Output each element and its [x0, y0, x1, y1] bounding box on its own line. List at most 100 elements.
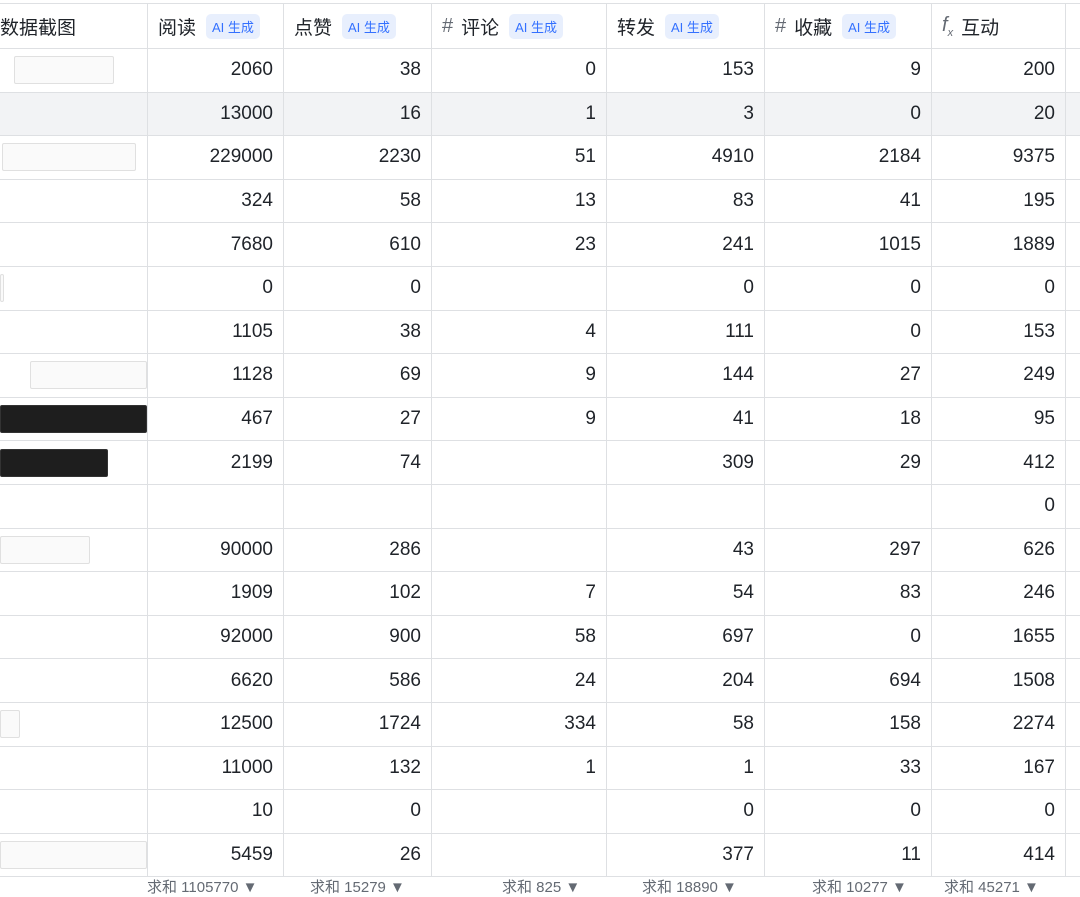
cell-interact[interactable]: 0 [932, 484, 1066, 528]
cell-interact[interactable]: 626 [932, 528, 1066, 572]
cell-share[interactable]: 0 [607, 790, 765, 833]
table-row[interactable]: 13000 16 1 3 0 20 [0, 92, 1080, 137]
table-row[interactable]: 90000 286 43 297 626 [0, 528, 1080, 573]
cell-comment[interactable]: 24 [432, 659, 607, 702]
cell-like[interactable]: 2230 [284, 136, 432, 179]
cell-comment[interactable]: 9 [432, 397, 607, 441]
cell-share[interactable]: 153 [607, 49, 765, 92]
table-row[interactable]: 6620 586 24 204 694 1508 [0, 659, 1080, 703]
cell-comment[interactable] [432, 484, 607, 528]
cell-interact[interactable]: 2274 [932, 702, 1066, 746]
cell-comment[interactable]: 51 [432, 136, 607, 179]
cell-interact[interactable]: 0 [932, 266, 1066, 310]
cell-share[interactable]: 309 [607, 441, 765, 484]
cell-share[interactable]: 54 [607, 572, 765, 615]
cell-read[interactable]: 1128 [148, 354, 284, 397]
cell-like[interactable]: 132 [284, 746, 432, 790]
screenshot-cell[interactable] [0, 223, 148, 266]
cell-fav[interactable]: 18 [765, 397, 932, 441]
cell-share[interactable]: 697 [607, 615, 765, 659]
table-row[interactable]: 1128 69 9 144 27 249 [0, 354, 1080, 398]
col-header-like[interactable]: 点赞 AI 生成 [284, 4, 432, 48]
cell-read[interactable]: 0 [148, 266, 284, 310]
cell-read[interactable]: 92000 [148, 615, 284, 659]
cell-read[interactable]: 7680 [148, 223, 284, 266]
cell-fav[interactable]: 2184 [765, 136, 932, 179]
screenshot-thumbnail[interactable] [0, 405, 147, 434]
table-row[interactable]: 1105 38 4 111 0 153 [0, 310, 1080, 355]
cell-fav[interactable]: 9 [765, 49, 932, 92]
table-row[interactable]: 11000 132 1 1 33 167 [0, 746, 1080, 791]
cell-comment[interactable] [432, 790, 607, 833]
cell-read[interactable]: 2199 [148, 441, 284, 484]
cell-like[interactable]: 69 [284, 354, 432, 397]
cell-like[interactable]: 58 [284, 179, 432, 223]
screenshot-cell[interactable] [0, 528, 148, 572]
cell-fav[interactable]: 27 [765, 354, 932, 397]
cell-comment[interactable]: 13 [432, 179, 607, 223]
cell-like[interactable]: 102 [284, 572, 432, 615]
col-header-comment[interactable]: # 评论 AI 生成 [432, 4, 607, 48]
screenshot-cell[interactable] [0, 790, 148, 833]
table-row[interactable]: 1909 102 7 54 83 246 [0, 572, 1080, 616]
cell-read[interactable]: 2060 [148, 49, 284, 92]
cell-comment[interactable]: 58 [432, 615, 607, 659]
cell-next[interactable] [1066, 529, 1080, 572]
cell-interact[interactable]: 20 [932, 92, 1066, 136]
table-row[interactable]: 12500 1724 334 58 158 2274 [0, 702, 1080, 747]
cell-fav[interactable]: 29 [765, 441, 932, 484]
cell-share[interactable]: 58 [607, 702, 765, 746]
table-row[interactable]: 2199 74 309 29 412 [0, 441, 1080, 485]
screenshot-cell[interactable] [0, 92, 148, 136]
screenshot-thumbnail[interactable] [0, 535, 90, 564]
cell-comment[interactable]: 9 [432, 354, 607, 397]
screenshot-thumbnail[interactable] [30, 361, 147, 390]
cell-share[interactable]: 241 [607, 223, 765, 266]
cell-interact[interactable]: 246 [932, 572, 1066, 615]
cell-next[interactable] [1066, 485, 1080, 528]
cell-interact[interactable]: 195 [932, 179, 1066, 223]
screenshot-cell[interactable] [0, 572, 148, 615]
cell-like[interactable]: 1724 [284, 702, 432, 746]
sum-comment[interactable]: 求和 825 ▼ [502, 876, 580, 897]
table-row[interactable]: 467 27 9 41 18 95 [0, 397, 1080, 442]
screenshot-cell[interactable] [0, 397, 148, 441]
screenshot-thumbnail[interactable] [0, 710, 20, 739]
cell-read[interactable]: 11000 [148, 746, 284, 790]
cell-read[interactable]: 13000 [148, 92, 284, 136]
cell-read[interactable] [148, 484, 284, 528]
screenshot-cell[interactable] [0, 702, 148, 746]
cell-interact[interactable]: 200 [932, 49, 1066, 92]
cell-interact[interactable]: 1508 [932, 659, 1066, 702]
cell-share[interactable]: 111 [607, 310, 765, 354]
screenshot-thumbnail[interactable] [0, 840, 147, 869]
cell-fav[interactable]: 0 [765, 310, 932, 354]
cell-like[interactable]: 586 [284, 659, 432, 702]
cell-like[interactable]: 286 [284, 528, 432, 572]
cell-interact[interactable]: 412 [932, 441, 1066, 484]
cell-read[interactable]: 6620 [148, 659, 284, 702]
table-row[interactable]: 00000 [0, 266, 1080, 311]
cell-like[interactable]: 38 [284, 310, 432, 354]
cell-read[interactable]: 229000 [148, 136, 284, 179]
cell-read[interactable]: 467 [148, 397, 284, 441]
cell-comment[interactable]: 7 [432, 572, 607, 615]
cell-like[interactable]: 610 [284, 223, 432, 266]
cell-interact[interactable]: 0 [932, 790, 1066, 833]
screenshot-cell[interactable] [0, 746, 148, 790]
sum-fav[interactable]: 求和 10277 ▼ [812, 876, 907, 897]
cell-next[interactable] [1066, 703, 1080, 746]
cell-read[interactable]: 90000 [148, 528, 284, 572]
screenshot-thumbnail[interactable] [0, 448, 108, 477]
screenshot-thumbnail[interactable] [14, 56, 114, 85]
cell-next[interactable] [1066, 223, 1080, 266]
cell-next[interactable] [1066, 572, 1080, 615]
cell-like[interactable]: 27 [284, 397, 432, 441]
screenshot-thumbnail[interactable] [2, 143, 136, 172]
cell-fav[interactable]: 694 [765, 659, 932, 702]
cell-read[interactable]: 12500 [148, 702, 284, 746]
cell-interact[interactable]: 249 [932, 354, 1066, 397]
cell-share[interactable]: 83 [607, 179, 765, 223]
cell-fav[interactable]: 0 [765, 615, 932, 659]
table-row[interactable]: 229000 2230 51 4910 2184 9375 [0, 136, 1080, 180]
